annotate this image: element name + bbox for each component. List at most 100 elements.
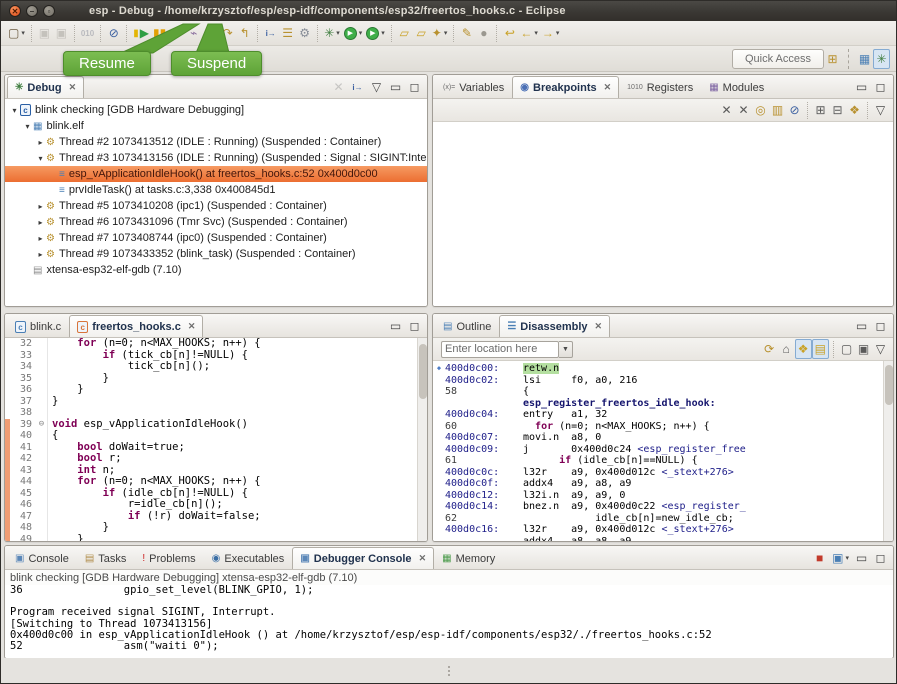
top-right-tab-variables[interactable]: (x)=Variables — [435, 76, 512, 98]
maximize-button[interactable]: ◻ — [406, 316, 423, 336]
top-right-tab-breakpoints[interactable]: ◉Breakpoints✕ — [512, 76, 619, 98]
debug-tab-debug[interactable]: ✳Debug✕ — [7, 76, 84, 98]
debug-tree-item[interactable]: ▸⚙Thread #5 1073410208 (ipc1) (Suspended… — [5, 198, 427, 214]
debug-tree-item[interactable]: ▸⚙Thread #7 1073408744 (ipc0) (Suspended… — [5, 230, 427, 246]
search-button[interactable]: ✦▾ — [430, 23, 450, 43]
editor-tab-freertos-hooks-c[interactable]: cfreertos_hooks.c✕ — [69, 315, 203, 337]
disassembly-scrollbar-thumb[interactable] — [885, 365, 893, 405]
debug-perspective-button[interactable]: ✳ — [873, 49, 890, 69]
debug-tree-item[interactable]: ▾▦blink.elf — [5, 118, 427, 134]
remove-all-breakpoints-button[interactable]: ✕ — [735, 100, 752, 120]
tree-expander-icon[interactable]: ▾ — [22, 122, 33, 131]
disassembly-row[interactable]: ◆400d0c00:retw.n — [433, 363, 893, 375]
disassembly-row[interactable]: 400d0c16:l32r a9, 0x400d012c <_stext+276… — [433, 524, 893, 536]
external-tools-button[interactable]: ▶▾ — [364, 23, 387, 43]
top-right-tab-registers[interactable]: 1010Registers — [619, 76, 701, 98]
debug-tree-item-selected[interactable]: ≡esp_vApplicationIdleHook() at freertos_… — [5, 166, 427, 182]
window-minimize-button[interactable]: – — [26, 5, 38, 17]
back-history-button[interactable]: ←▾ — [518, 23, 540, 43]
console-tab-memory[interactable]: ▦Memory — [434, 547, 503, 569]
disassembly-row[interactable]: 400d0c12:l32i.n a9, a9, 0 — [433, 490, 893, 502]
disassembly-row[interactable]: esp_register_freertos_idle_hook: — [433, 398, 893, 410]
disassembly-row[interactable]: addx4 a8, a8, a9 — [433, 536, 893, 542]
new-wizard-button[interactable]: ▢▾ — [6, 23, 27, 43]
go-to-current-address-button[interactable]: ⌂ — [778, 339, 795, 359]
console-tab-problems[interactable]: !Problems — [134, 547, 203, 569]
disassembly-row[interactable]: 400d0c04:entry a1, 32 — [433, 409, 893, 421]
annotation-navigation-button[interactable]: ● — [475, 23, 492, 43]
maximize-button[interactable]: ◻ — [872, 548, 889, 568]
tree-expander-icon[interactable]: ▾ — [9, 106, 20, 115]
minimize-button[interactable]: ▭ — [853, 316, 870, 336]
minimize-button[interactable]: ▭ — [853, 77, 870, 97]
location-dropdown-button[interactable]: ▼ — [559, 341, 573, 358]
cpp-perspective-button[interactable]: ▦ — [856, 49, 873, 69]
code-editor[interactable]: 32 for (n=0; n<MAX_HOOKS; n++) {33 if (t… — [5, 338, 427, 541]
window-close-button[interactable]: ✕ — [9, 5, 21, 17]
skip-all-breakpoints-button[interactable]: ⊘ — [786, 100, 803, 120]
disassembly-row[interactable]: 62 idle_cb[n]=new_idle_cb; — [433, 513, 893, 525]
expand-all-button[interactable]: ⊞ — [812, 100, 829, 120]
open-element-button[interactable]: ▱ — [413, 23, 430, 43]
window-maximize-button[interactable]: ▫ — [43, 5, 55, 17]
disassembly-row[interactable]: 400d0c09:j 0x400d0c24 <esp_register_free — [433, 444, 893, 456]
minimize-button[interactable]: ▭ — [387, 77, 404, 97]
view-menu[interactable]: ▽ — [872, 100, 889, 120]
tree-expander-icon[interactable]: ▸ — [35, 202, 46, 211]
disassembly-row[interactable]: 400d0c02:lsi f0, a0, 216 — [433, 375, 893, 387]
sync-with-active-context-button[interactable]: ❖ — [795, 339, 812, 359]
open-perspective-button[interactable]: ⊞ — [824, 49, 841, 69]
console-tab-debugger-console[interactable]: ▣Debugger Console✕ — [292, 547, 434, 569]
debug-tree-item[interactable]: ▤xtensa-esp32-elf-gdb (7.10) — [5, 262, 427, 278]
pin-view-button[interactable]: ▣ — [855, 339, 872, 359]
tree-expander-icon[interactable]: ▸ — [35, 218, 46, 227]
disassembly-location-input[interactable]: Enter location here — [441, 341, 559, 358]
maximize-button[interactable]: ◻ — [872, 77, 889, 97]
outline-tab-disassembly[interactable]: ☰Disassembly✕ — [499, 315, 610, 337]
view-menu[interactable]: ▽ — [368, 77, 385, 97]
view-menu[interactable]: ▽ — [872, 339, 889, 359]
outline-tab-outline[interactable]: ▤Outline — [435, 315, 499, 337]
disassembly-row[interactable]: 400d0c0c:l32r a9, 0x400d012c <_stext+276… — [433, 467, 893, 479]
minimize-button[interactable]: ▭ — [387, 316, 404, 336]
disassembly-row[interactable]: 400d0c14:bnez.n a9, 0x400d0c22 <esp_regi… — [433, 501, 893, 513]
instruction-stepping-mode-button[interactable]: i→ — [349, 77, 366, 97]
terminate-console-button[interactable]: ■ — [811, 548, 828, 568]
mark-occurrences-button[interactable]: ✎ — [458, 23, 475, 43]
open-new-view-button[interactable]: ▢ — [838, 339, 855, 359]
tree-expander-icon[interactable]: ▾ — [35, 154, 46, 163]
debug-tree-item[interactable]: ≡prvIdleTask() at tasks.c:3,338 0x400845… — [5, 182, 427, 198]
collapse-all-button[interactable]: ⊟ — [829, 100, 846, 120]
group-breakpoints-button[interactable]: ❖ — [846, 100, 863, 120]
editor-scrollbar-thumb[interactable] — [419, 344, 427, 399]
maximize-button[interactable]: ◻ — [872, 316, 889, 336]
console-tab-console[interactable]: ▣Console — [7, 547, 77, 569]
tree-expander-icon[interactable]: ▸ — [35, 234, 46, 243]
display-selected-console-button[interactable]: ▣▾ — [830, 548, 851, 568]
tree-expander-icon[interactable]: ▸ — [35, 138, 46, 147]
remove-selected-breakpoints-button[interactable]: ✕ — [718, 100, 735, 120]
top-right-tab-modules[interactable]: ▦Modules — [701, 76, 772, 98]
debug-tree-item[interactable]: ▾cblink checking [GDB Hardware Debugging… — [5, 102, 427, 118]
debug-button[interactable]: ✳▾ — [322, 23, 342, 43]
quick-access-box[interactable]: Quick Access — [732, 49, 824, 69]
close-disassembly-tab-icon[interactable]: ✕ — [595, 321, 603, 332]
close-freertos-hooks-c-tab-icon[interactable]: ✕ — [188, 321, 196, 332]
window-resize-handle[interactable] — [448, 666, 450, 676]
tree-expander-icon[interactable]: ▸ — [35, 250, 46, 259]
show-breakpoints-supported-button[interactable]: ◎ — [752, 100, 769, 120]
refresh-disassembly-button[interactable]: ⟳ — [761, 339, 778, 359]
show-source-button[interactable]: ▤ — [812, 339, 829, 359]
disassembly-row[interactable]: 58{ — [433, 386, 893, 398]
save-button[interactable]: ▣ — [36, 23, 53, 43]
console-tab-executables[interactable]: ◉Executables — [204, 547, 293, 569]
show-execution-point-button[interactable]: ☰ — [279, 23, 296, 43]
disassembly-row[interactable]: 60 for (n=0; n<MAX_HOOKS; n++) { — [433, 421, 893, 433]
forward-history-button[interactable]: →▾ — [540, 23, 562, 43]
disassembly-row[interactable]: 61 if (idle_cb[n]==NULL) { — [433, 455, 893, 467]
maximize-button[interactable]: ◻ — [406, 77, 423, 97]
console-tab-tasks[interactable]: ▤Tasks — [77, 547, 135, 569]
run-button[interactable]: ▶▾ — [342, 23, 365, 43]
fold-marker-icon[interactable]: ⊖ — [36, 419, 48, 431]
debug-tree-item[interactable]: ▸⚙Thread #6 1073431096 (Tmr Svc) (Suspen… — [5, 214, 427, 230]
